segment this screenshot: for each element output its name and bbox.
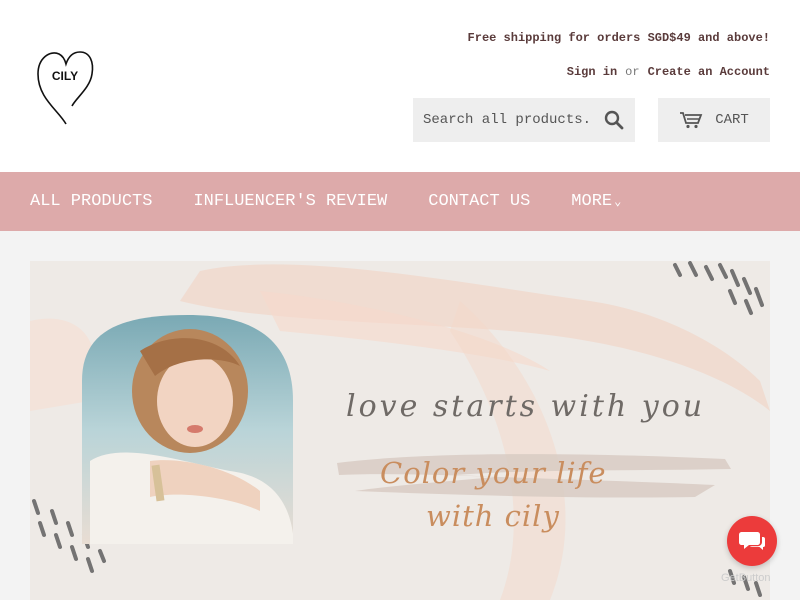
account-links: Sign in or Create an Account xyxy=(567,65,770,79)
banner-artwork xyxy=(30,261,770,600)
model-photo xyxy=(82,315,293,544)
cart-label: CART xyxy=(715,112,749,128)
chat-widget-button[interactable] xyxy=(727,516,777,566)
search-box xyxy=(413,98,635,142)
nav-item-influencers-review[interactable]: INFLUENCER'S REVIEW xyxy=(193,192,387,211)
site-header: CILY Free shipping for orders SGD$49 and… xyxy=(0,0,800,172)
nav-item-all-products[interactable]: ALL PRODUCTS xyxy=(30,192,152,211)
logo-text: CILY xyxy=(52,69,78,83)
or-text: or xyxy=(625,65,640,79)
search-icon xyxy=(604,110,624,130)
chat-bubbles-icon xyxy=(739,532,765,550)
search-input[interactable] xyxy=(413,112,593,128)
cart-icon xyxy=(680,112,703,129)
heart-logo-icon: CILY xyxy=(37,51,94,125)
create-account-link[interactable]: Create an Account xyxy=(648,65,770,79)
nav-more-label: MORE xyxy=(571,192,613,211)
banner-subheadline: with cily xyxy=(426,499,560,533)
nav-item-more[interactable]: MORE ⌄ xyxy=(571,192,621,211)
nav-item-contact-us[interactable]: CONTACT US xyxy=(428,192,530,211)
cily-logo[interactable]: CILY xyxy=(32,46,98,126)
cart-button[interactable]: CART xyxy=(658,98,770,142)
hero-banner[interactable]: love starts with you Color your life wit… xyxy=(30,261,770,600)
search-button[interactable] xyxy=(603,109,625,131)
banner-headline: Color your life xyxy=(380,456,607,490)
getbutton-credit[interactable]: GetButton xyxy=(721,572,771,584)
banner-tagline: love starts with you xyxy=(346,389,706,424)
sign-in-link[interactable]: Sign in xyxy=(567,65,617,79)
chevron-down-icon: ⌄ xyxy=(614,195,622,209)
main-nav: ALL PRODUCTS INFLUENCER'S REVIEW CONTACT… xyxy=(0,172,800,231)
promo-text: Free shipping for orders SGD$49 and abov… xyxy=(467,31,770,45)
